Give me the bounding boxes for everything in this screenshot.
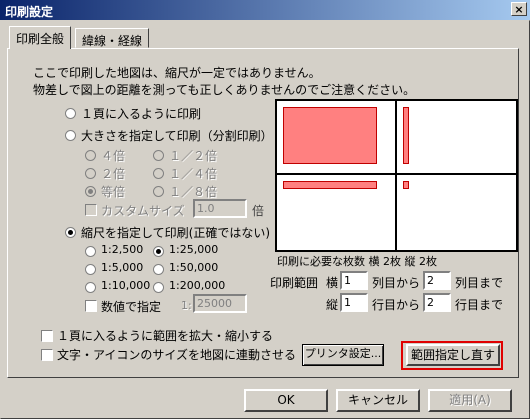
radio-size-4x-label: ４倍 — [101, 149, 126, 163]
radio-fit-one-page[interactable] — [65, 108, 76, 119]
custom-size-input[interactable]: 1.0 — [193, 199, 247, 218]
range-v-from-input[interactable]: 1 — [340, 293, 368, 312]
tab-print-general[interactable]: 印刷全般 — [9, 26, 72, 49]
radio-scale-2500[interactable] — [85, 246, 96, 257]
window-title: 印刷設定 — [5, 5, 54, 19]
radio-size-half[interactable] — [153, 150, 164, 161]
range-v-to-input[interactable]: 2 — [423, 293, 451, 312]
close-button[interactable]: × — [511, 2, 527, 16]
tab-label: 印刷全般 — [16, 32, 65, 46]
radio-scale-200000[interactable] — [153, 282, 164, 293]
apply-button[interactable]: 適用(A) — [428, 389, 512, 412]
preview-map-area — [403, 107, 409, 164]
range-col-from-label: 列目から — [372, 276, 421, 290]
numeric-scale-input[interactable]: 25000 — [193, 294, 247, 313]
printer-settings-button[interactable]: プリンタ設定... — [302, 344, 384, 366]
reset-range-highlight — [401, 341, 503, 370]
custom-size-unit: 倍 — [252, 204, 265, 218]
preview-map-area — [283, 181, 377, 189]
notice-line-2: 物差しで図上の距離を測っても正しくありませんのでご注意ください。 — [33, 83, 416, 97]
radio-scale-25000[interactable] — [153, 246, 164, 257]
radio-size-half-label: １／２倍 — [169, 149, 218, 163]
checkbox-link-icon-size-label: 文字・アイコンのサイズを地図に連動させる — [57, 348, 297, 362]
radio-scale-50000[interactable] — [153, 264, 164, 275]
radio-size-eighth-label: １／８倍 — [169, 185, 218, 199]
radio-scale-5000-label: 1:5,000 — [101, 261, 144, 274]
cancel-button[interactable]: キャンセル — [336, 389, 420, 412]
close-icon: × — [514, 3, 524, 16]
title-bar: 印刷設定 × — [0, 0, 530, 20]
checkbox-numeric-scale[interactable] — [85, 300, 97, 312]
radio-size-2x[interactable] — [85, 168, 96, 179]
checkbox-custom-size-label: カスタムサイズ — [101, 204, 185, 218]
radio-scale-10000[interactable] — [85, 282, 96, 293]
print-preview — [275, 99, 518, 252]
range-label: 印刷範囲 — [270, 276, 319, 290]
radio-scale-2500-label: 1:2,500 — [101, 243, 144, 256]
tab-label: 緯線・経線 — [82, 34, 143, 48]
sheet-count-summary: 印刷に必要な枚数 横 2枚 縦 2枚 — [277, 255, 437, 268]
range-vertical-label: 縦 — [326, 298, 339, 312]
radio-by-size[interactable] — [65, 130, 76, 141]
notice-line-1: ここで印刷した地図は、縮尺が一定ではありません。 — [33, 66, 321, 80]
preview-page-3 — [277, 175, 395, 250]
radio-size-1x-label: 等倍 — [101, 185, 126, 199]
ok-button[interactable]: OK — [244, 389, 328, 412]
range-horizontal-label: 横 — [326, 276, 339, 290]
radio-by-scale[interactable] — [65, 227, 76, 238]
radio-scale-25000-label: 1:25,000 — [169, 243, 219, 256]
radio-by-size-label: 大きさを指定して印刷（分割印刷） — [81, 129, 273, 143]
checkbox-fit-zoom-label: １頁に入るように範囲を拡大・縮小する — [57, 329, 274, 343]
radio-size-quarter-label: １／４倍 — [169, 167, 218, 181]
radio-scale-50000-label: 1:50,000 — [169, 261, 219, 274]
preview-page-1 — [277, 101, 395, 173]
checkbox-fit-zoom[interactable] — [41, 330, 53, 342]
radio-by-scale-label: 縮尺を指定して印刷(正確ではない) — [81, 226, 271, 240]
radio-size-quarter[interactable] — [153, 168, 164, 179]
radio-size-2x-label: ２倍 — [101, 167, 126, 181]
numeric-scale-prefix: 1: — [181, 299, 192, 312]
radio-fit-one-page-label: １頁に入るように印刷 — [81, 107, 202, 121]
tab-grid-lines[interactable]: 緯線・経線 — [75, 28, 150, 48]
checkbox-numeric-scale-label: 数値で指定 — [101, 300, 162, 314]
radio-scale-10000-label: 1:10,000 — [101, 279, 151, 292]
preview-map-area — [283, 107, 377, 164]
preview-page-4 — [397, 175, 516, 250]
range-row-to-label: 行目まで — [455, 298, 504, 312]
radio-size-1x[interactable] — [85, 186, 96, 197]
preview-page-2 — [397, 101, 516, 173]
range-col-to-label: 列目まで — [455, 276, 504, 290]
radio-size-4x[interactable] — [85, 150, 96, 161]
radio-scale-200000-label: 1:200,000 — [169, 279, 226, 292]
radio-size-eighth[interactable] — [153, 186, 164, 197]
range-h-from-input[interactable]: 1 — [340, 271, 368, 290]
checkbox-link-icon-size[interactable] — [41, 349, 53, 361]
range-h-to-input[interactable]: 2 — [423, 271, 451, 290]
checkbox-custom-size[interactable] — [85, 204, 97, 216]
preview-map-area — [403, 181, 409, 189]
range-row-from-label: 行目から — [372, 298, 421, 312]
radio-scale-5000[interactable] — [85, 264, 96, 275]
